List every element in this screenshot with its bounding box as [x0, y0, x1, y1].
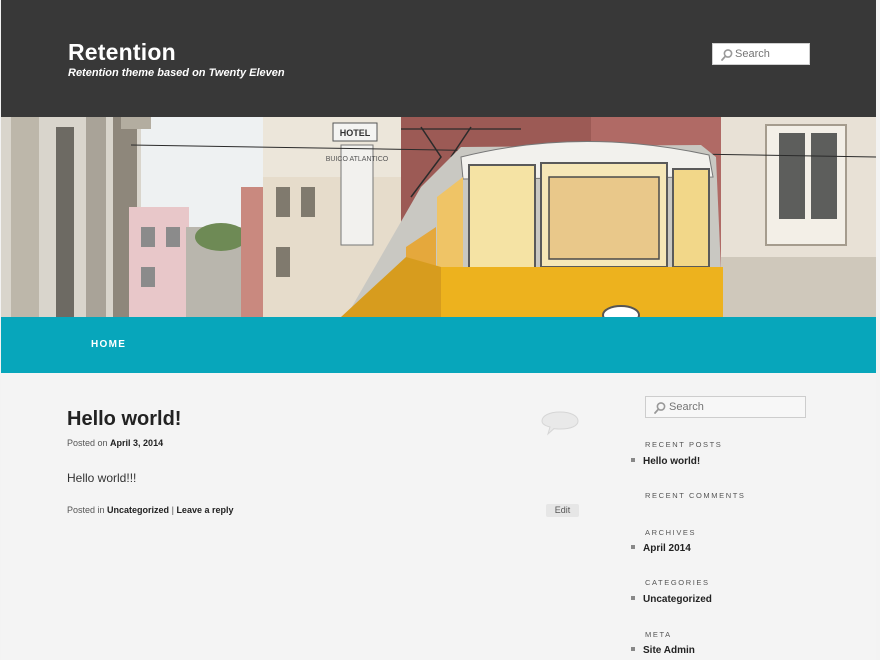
site-admin-link[interactable]: Site Admin	[631, 645, 695, 656]
main-navigation: HOME	[1, 317, 876, 373]
site-description: Retention theme based on Twenty Eleven	[68, 67, 285, 79]
header-banner-image[interactable]: HOTEL BUICO ATLANTICO	[1, 117, 876, 317]
posted-on-label: Posted on	[67, 438, 108, 448]
sidebar-search-input[interactable]	[669, 399, 801, 415]
widget-heading-meta: META	[645, 630, 672, 639]
category-widget-link[interactable]: Uncategorized	[631, 594, 712, 605]
search-icon	[654, 402, 666, 414]
hotel-sign-text: HOTEL	[340, 128, 371, 138]
category-link[interactable]: Uncategorized	[107, 505, 169, 515]
archive-link[interactable]: April 2014	[631, 543, 691, 554]
tram-street-illustration: HOTEL BUICO ATLANTICO	[1, 117, 876, 317]
widget-heading-categories: CATEGORIES	[645, 578, 710, 587]
comment-bubble-icon[interactable]	[540, 410, 580, 436]
edit-post-button[interactable]: Edit	[546, 504, 579, 517]
recent-post-label: Hello world!	[643, 456, 701, 467]
recent-post-link[interactable]: Hello world!	[631, 456, 700, 467]
list-bullet	[631, 596, 635, 601]
post-footer: Posted in Uncategorized | Leave a reply	[67, 505, 233, 515]
vertical-sign-text: BUICO ATLANTICO	[326, 156, 389, 163]
list-bullet	[631, 545, 635, 550]
search-icon	[721, 49, 733, 61]
posted-in-label: Posted in	[67, 505, 105, 515]
post-title-link[interactable]: Hello world!	[67, 408, 181, 431]
site-admin-label: Site Admin	[643, 645, 695, 656]
post-meta: Posted on April 3, 2014	[67, 438, 163, 448]
post-date-link[interactable]: April 3, 2014	[110, 438, 163, 448]
widget-heading-recent-comments: RECENT COMMENTS	[645, 491, 746, 500]
post-body: Hello world!!!	[67, 471, 137, 485]
widget-heading-recent-posts: RECENT POSTS	[645, 440, 723, 449]
header-search-input[interactable]	[735, 46, 807, 62]
widget-heading-archives: ARCHIVES	[645, 528, 697, 537]
site-title-link[interactable]: Retention	[68, 39, 176, 66]
footer-separator: |	[171, 505, 174, 515]
list-bullet	[631, 647, 635, 652]
site-header: Retention Retention theme based on Twent…	[1, 0, 876, 117]
sidebar-search-box[interactable]	[645, 396, 806, 418]
nav-item-home[interactable]: HOME	[91, 339, 126, 350]
leave-reply-link[interactable]: Leave a reply	[176, 505, 233, 515]
archive-label: April 2014	[643, 543, 691, 554]
category-widget-label: Uncategorized	[643, 594, 712, 605]
list-bullet	[631, 458, 635, 463]
header-search-box[interactable]	[712, 43, 810, 65]
